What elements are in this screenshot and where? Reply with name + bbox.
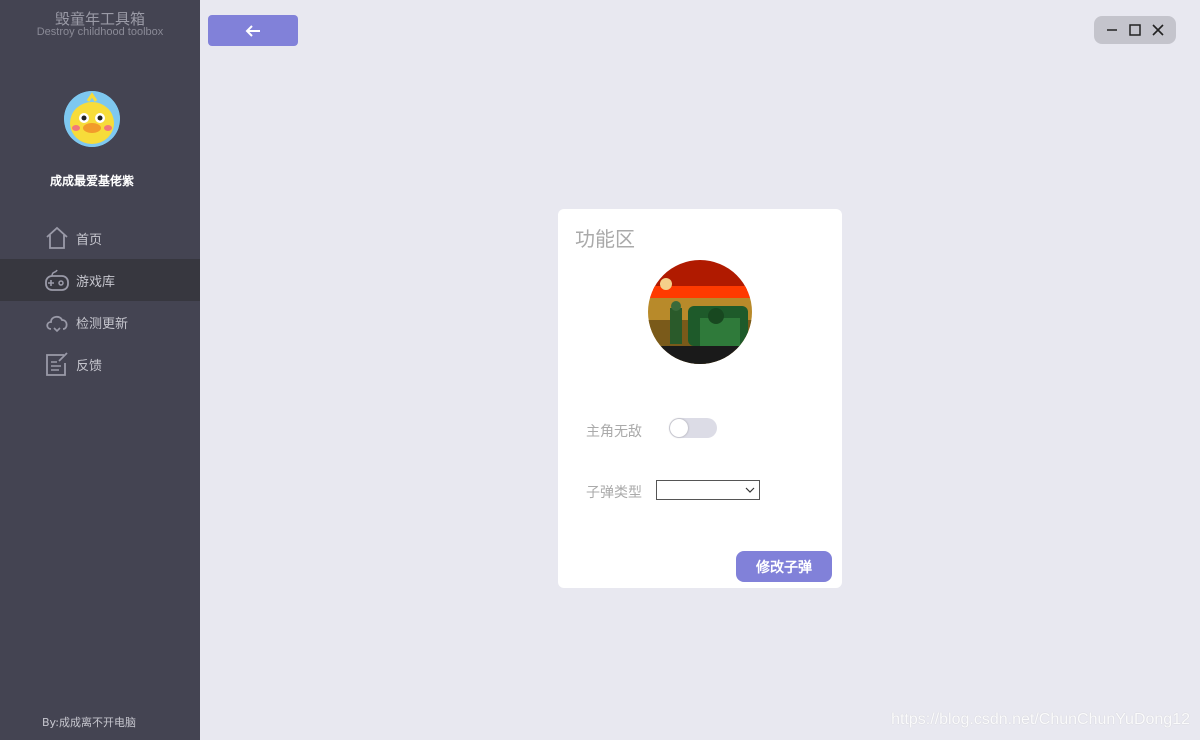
avatar[interactable]	[64, 91, 120, 147]
invincible-toggle[interactable]	[669, 418, 717, 438]
sidebar-item-check-update[interactable]: 检测更新	[0, 301, 200, 343]
invincible-label: 主角无敌	[586, 424, 642, 440]
sidebar-item-game-library[interactable]: 游戏库	[0, 259, 200, 301]
cloud-update-icon	[46, 315, 68, 333]
sidebar-item-home[interactable]: 首页	[0, 217, 200, 259]
game-cover-image	[648, 260, 752, 364]
watermark: https://blog.csdn.net/ChunChunYuDong12	[891, 711, 1190, 728]
back-button[interactable]	[208, 15, 298, 46]
feedback-icon	[46, 352, 68, 376]
window-controls	[1094, 16, 1176, 44]
home-icon	[46, 226, 68, 249]
footer-credit: By:成成离不开电脑	[42, 716, 136, 729]
sidebar-item-label: 游戏库	[76, 274, 116, 290]
arrow-left-icon	[245, 24, 260, 37]
function-card: 功能区 主角无敌 子弹类型 修改子弹	[558, 209, 842, 588]
maximize-icon	[1129, 24, 1141, 36]
sidebar-item-label: 首页	[76, 232, 103, 248]
bullet-type-select[interactable]	[656, 480, 760, 500]
minimize-icon	[1106, 29, 1117, 31]
close-icon	[1152, 24, 1164, 36]
duck-avatar-icon	[64, 91, 120, 147]
sidebar: 毁童年工具箱 Destroy childhood toolbox 成成最爱基佬紫…	[0, 0, 200, 740]
gamepad-icon	[45, 269, 69, 291]
maximize-button[interactable]	[1126, 21, 1144, 39]
app-subtitle: Destroy childhood toolbox	[36, 26, 164, 38]
chevron-down-icon	[745, 487, 755, 493]
game-cover-image-art	[648, 260, 752, 364]
sidebar-item-label: 检测更新	[76, 316, 129, 332]
close-button[interactable]	[1149, 21, 1167, 39]
card-title: 功能区	[575, 227, 635, 251]
toggle-knob	[670, 419, 688, 437]
sidebar-item-label: 反馈	[76, 358, 103, 374]
modify-bullet-button[interactable]: 修改子弹	[736, 551, 832, 582]
sidebar-item-feedback[interactable]: 反馈	[0, 343, 200, 385]
username: 成成最爱基佬紫	[49, 174, 134, 188]
bullet-type-label: 子弹类型	[586, 485, 642, 501]
minimize-button[interactable]	[1103, 21, 1121, 39]
